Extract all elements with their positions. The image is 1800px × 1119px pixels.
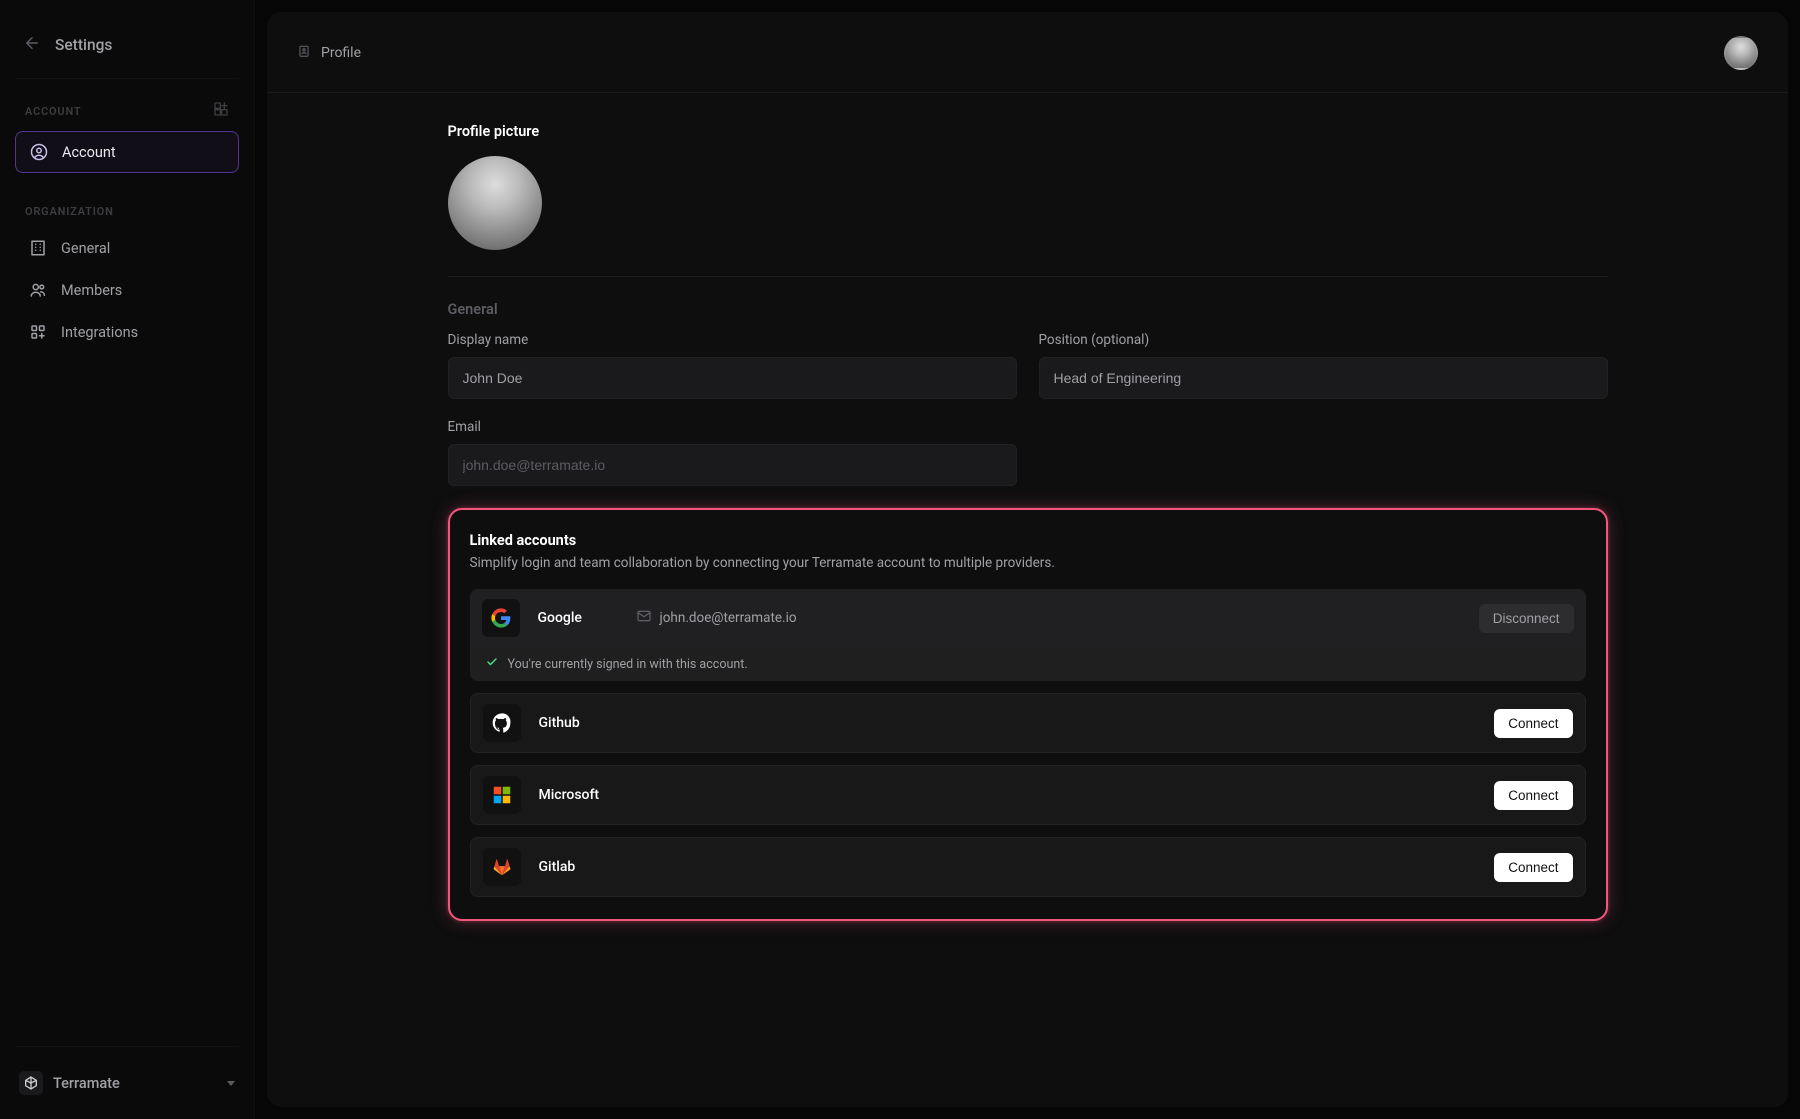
profile-icon [297,44,311,62]
section-account-header: ACCOUNT [15,101,239,131]
org-logo-icon [19,1071,43,1095]
github-icon [483,704,521,742]
gitlab-icon [483,848,521,886]
general-section-title: General [448,301,1608,318]
provider-card-github: Github Connect [470,693,1586,753]
sidebar-item-integrations[interactable]: Integrations [15,312,239,352]
breadcrumb: Profile [297,44,361,62]
linked-accounts-title: Linked accounts [470,532,1586,549]
check-icon [486,656,498,672]
provider-email-text: john.doe@terramate.io [660,610,797,626]
linked-accounts-subtitle: Simplify login and team collaboration by… [470,555,1586,571]
provider-name: Microsoft [539,787,619,803]
breadcrumb-label: Profile [321,45,361,61]
section-organization-label: ORGANIZATION [25,205,114,218]
provider-card-gitlab: Gitlab Connect [470,837,1586,897]
sidebar-item-label: Integrations [61,324,138,341]
provider-signed-in-note: You're currently signed in with this acc… [470,647,1586,681]
org-name: Terramate [53,1075,217,1092]
sidebar-item-account[interactable]: Account [15,131,239,173]
sidebar-item-label: Members [61,282,122,299]
provider-card-microsoft: Microsoft Connect [470,765,1586,825]
main-area: Profile Profile picture General Display … [255,0,1800,1119]
main-panel: Profile Profile picture General Display … [267,12,1788,1107]
provider-card-google: Google john.doe@terramate.io Disconnect [470,589,1586,681]
google-icon [482,599,520,637]
provider-name: Google [538,610,618,626]
sidebar: Settings ACCOUNT Account ORGANIZATION Ge… [0,0,255,1119]
mail-icon [636,608,652,628]
position-label: Position (optional) [1039,332,1608,348]
position-input[interactable] [1039,357,1608,399]
panel-header: Profile [267,36,1788,93]
sidebar-item-label: General [61,240,110,257]
sidebar-item-label: Account [62,144,116,161]
sidebar-item-members[interactable]: Members [15,270,239,310]
section-account-label: ACCOUNT [25,105,81,118]
linked-accounts-box: Linked accounts Simplify login and team … [448,508,1608,921]
org-switcher[interactable]: Terramate [15,1065,239,1101]
connect-button[interactable]: Connect [1494,853,1572,882]
sidebar-title: Settings [55,36,112,54]
user-avatar-small[interactable] [1724,36,1758,70]
display-name-input[interactable] [448,357,1017,399]
back-icon[interactable] [23,34,41,56]
profile-picture-title: Profile picture [448,123,1608,140]
provider-name: Gitlab [539,859,619,875]
chevron-down-icon [227,1081,235,1086]
signed-in-text: You're currently signed in with this acc… [508,657,748,672]
divider [448,276,1608,277]
section-organization-header: ORGANIZATION [15,205,239,228]
sidebar-item-general[interactable]: General [15,228,239,268]
microsoft-icon [483,776,521,814]
add-account-icon[interactable] [213,101,229,121]
connect-button[interactable]: Connect [1494,709,1572,738]
email-input [448,444,1017,486]
email-label: Email [448,419,1017,435]
provider-email: john.doe@terramate.io [636,608,797,628]
sidebar-header: Settings [15,28,239,79]
display-name-label: Display name [448,332,1017,348]
provider-name: Github [539,715,619,731]
connect-button[interactable]: Connect [1494,781,1572,810]
profile-picture[interactable] [448,156,542,250]
disconnect-button[interactable]: Disconnect [1479,604,1574,633]
